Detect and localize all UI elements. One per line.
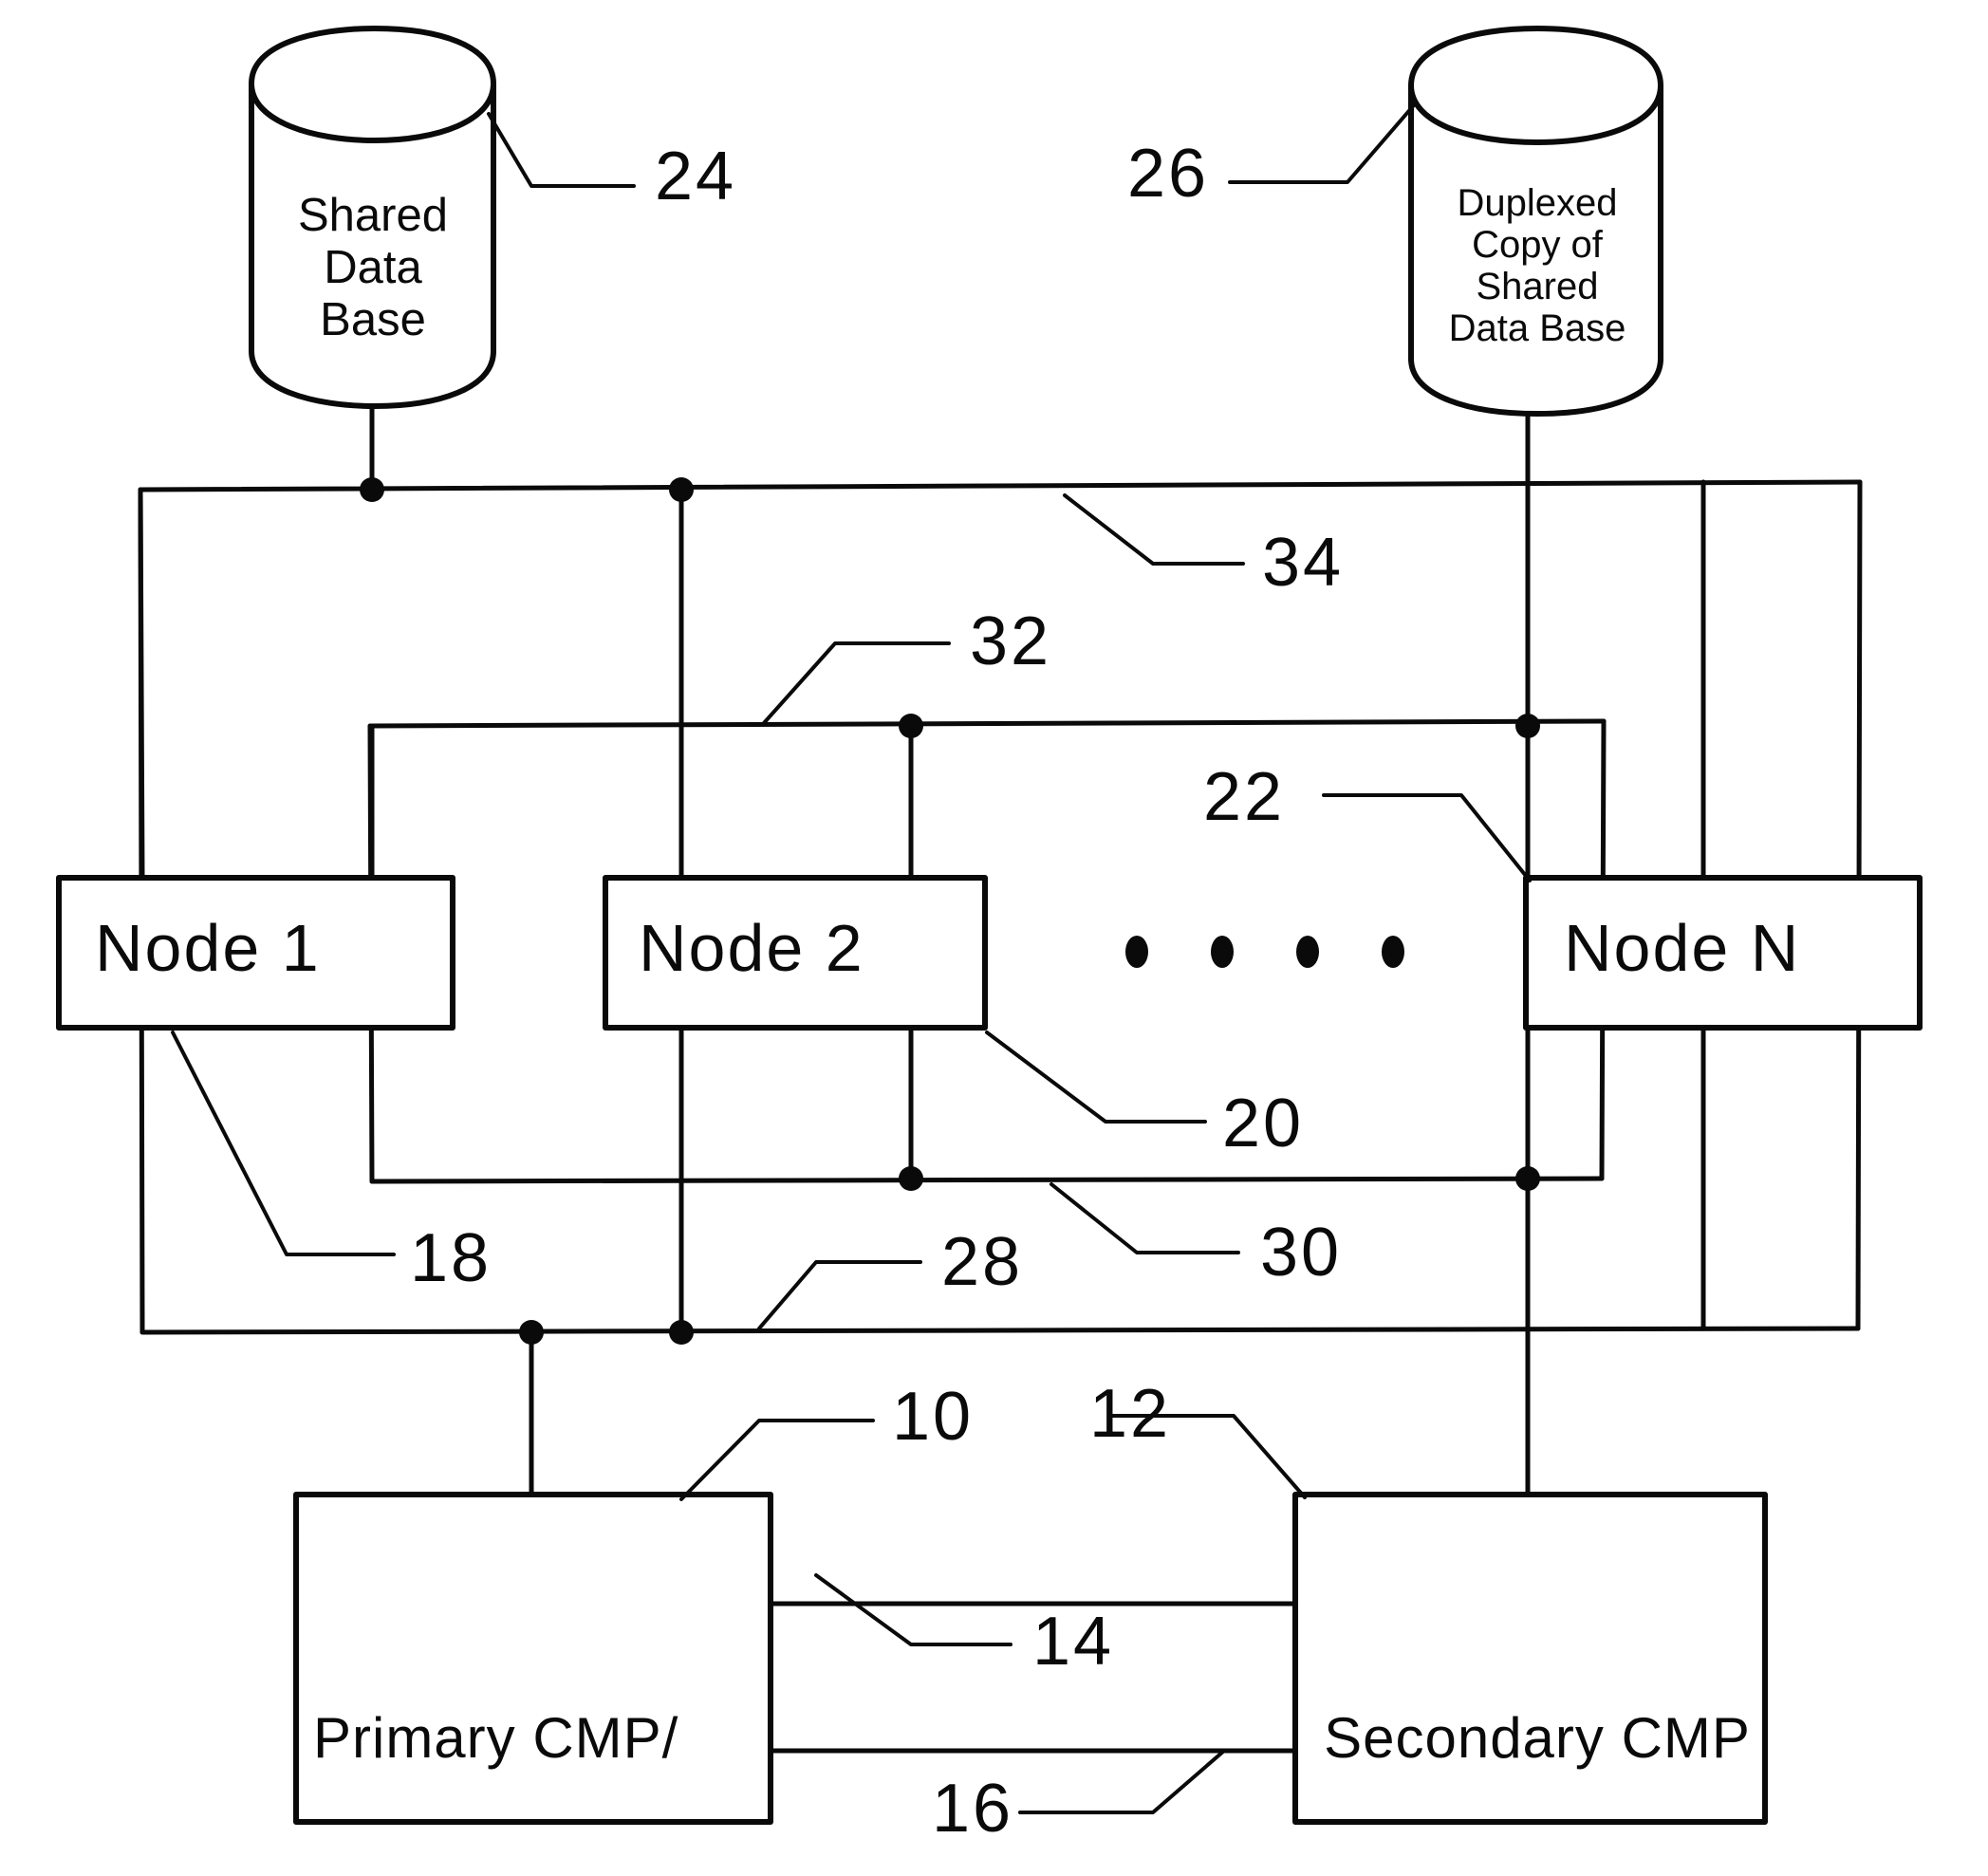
secondary-cmp-line-1: Secondary CMP: [1324, 1705, 1751, 1770]
reference-number-24: 24: [655, 139, 737, 214]
leader-20: [985, 1031, 1207, 1124]
primary-cmp-line-1: Primary CMP/: [313, 1705, 679, 1770]
junction-dot-node2-outer-top: [669, 477, 694, 502]
leader-32: [762, 641, 951, 725]
patent-figure: Shared Data Base Duplexed Copy of Shared…: [0, 0, 1988, 1876]
reference-number-32: 32: [970, 604, 1052, 679]
reference-number-20: 20: [1222, 1086, 1305, 1161]
reference-number-30: 30: [1260, 1215, 1343, 1291]
node-2-label: Node 2: [639, 911, 864, 985]
leader-10: [679, 1419, 875, 1501]
reference-number-18: 18: [410, 1220, 492, 1296]
junction-dot-node2-inner-top: [899, 714, 923, 738]
shared-database-label: Shared Data Base: [297, 190, 448, 345]
node-n-label: Node N: [1564, 911, 1801, 985]
reference-number-22: 22: [1203, 759, 1286, 835]
reference-number-14: 14: [1032, 1604, 1115, 1680]
node-1-label: Node 1: [95, 911, 321, 985]
leader-14: [814, 1573, 1013, 1646]
leader-30: [1050, 1182, 1240, 1254]
leader-34: [1063, 493, 1245, 566]
duplexed-database-label: Duplexed Copy of Shared Data Base: [1448, 182, 1626, 349]
leader-28: [757, 1260, 922, 1330]
reference-number-26: 26: [1127, 136, 1210, 212]
junction-dot-node2-inner-bottom: [899, 1166, 923, 1191]
reference-number-34: 34: [1262, 525, 1345, 601]
leader-16: [1018, 1749, 1226, 1814]
leader-22: [1322, 793, 1532, 882]
junction-dot-shared-db: [360, 477, 384, 502]
leader-18: [171, 1031, 396, 1256]
reference-number-12: 12: [1089, 1376, 1172, 1452]
reference-number-10: 10: [892, 1379, 975, 1455]
primary-cmp-label: Primary CMP/ Master CLM: [313, 1570, 778, 1876]
secondary-cmp-label: Secondary CMP Slave CLM: [1310, 1570, 1765, 1876]
junction-dot-primary-cmp: [519, 1320, 544, 1345]
reference-number-28: 28: [941, 1224, 1024, 1300]
leader-26: [1228, 104, 1415, 184]
reference-number-16: 16: [932, 1771, 1014, 1847]
node1-left-stem: [138, 487, 145, 881]
junction-dot-node2-outer-bottom: [669, 1320, 694, 1345]
node-ellipsis-dots: [1125, 936, 1404, 968]
leader-24: [487, 112, 636, 188]
